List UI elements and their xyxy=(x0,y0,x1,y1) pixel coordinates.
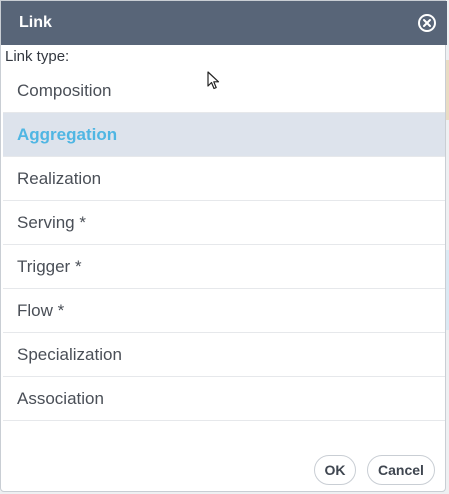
ok-button[interactable]: OK xyxy=(314,455,356,485)
list-item-aggregation[interactable]: Aggregation xyxy=(3,113,445,157)
list-item-serving[interactable]: Serving * xyxy=(3,201,445,245)
link-type-list: Composition Aggregation Realization Serv… xyxy=(3,69,445,421)
list-item-trigger[interactable]: Trigger * xyxy=(3,245,445,289)
dialog-titlebar: Link xyxy=(1,1,447,45)
list-item-realization[interactable]: Realization xyxy=(3,157,445,201)
close-circle-icon[interactable] xyxy=(417,13,437,33)
dialog-title: Link xyxy=(19,14,52,31)
list-item-association[interactable]: Association xyxy=(3,377,445,421)
cancel-button[interactable]: Cancel xyxy=(367,455,435,485)
list-item-specialization[interactable]: Specialization xyxy=(3,333,445,377)
link-dialog: Link Link type: Composition Aggregation … xyxy=(0,0,447,492)
link-type-label: Link type: xyxy=(5,48,70,65)
list-item-flow[interactable]: Flow * xyxy=(3,289,445,333)
list-item-composition[interactable]: Composition xyxy=(3,69,445,113)
